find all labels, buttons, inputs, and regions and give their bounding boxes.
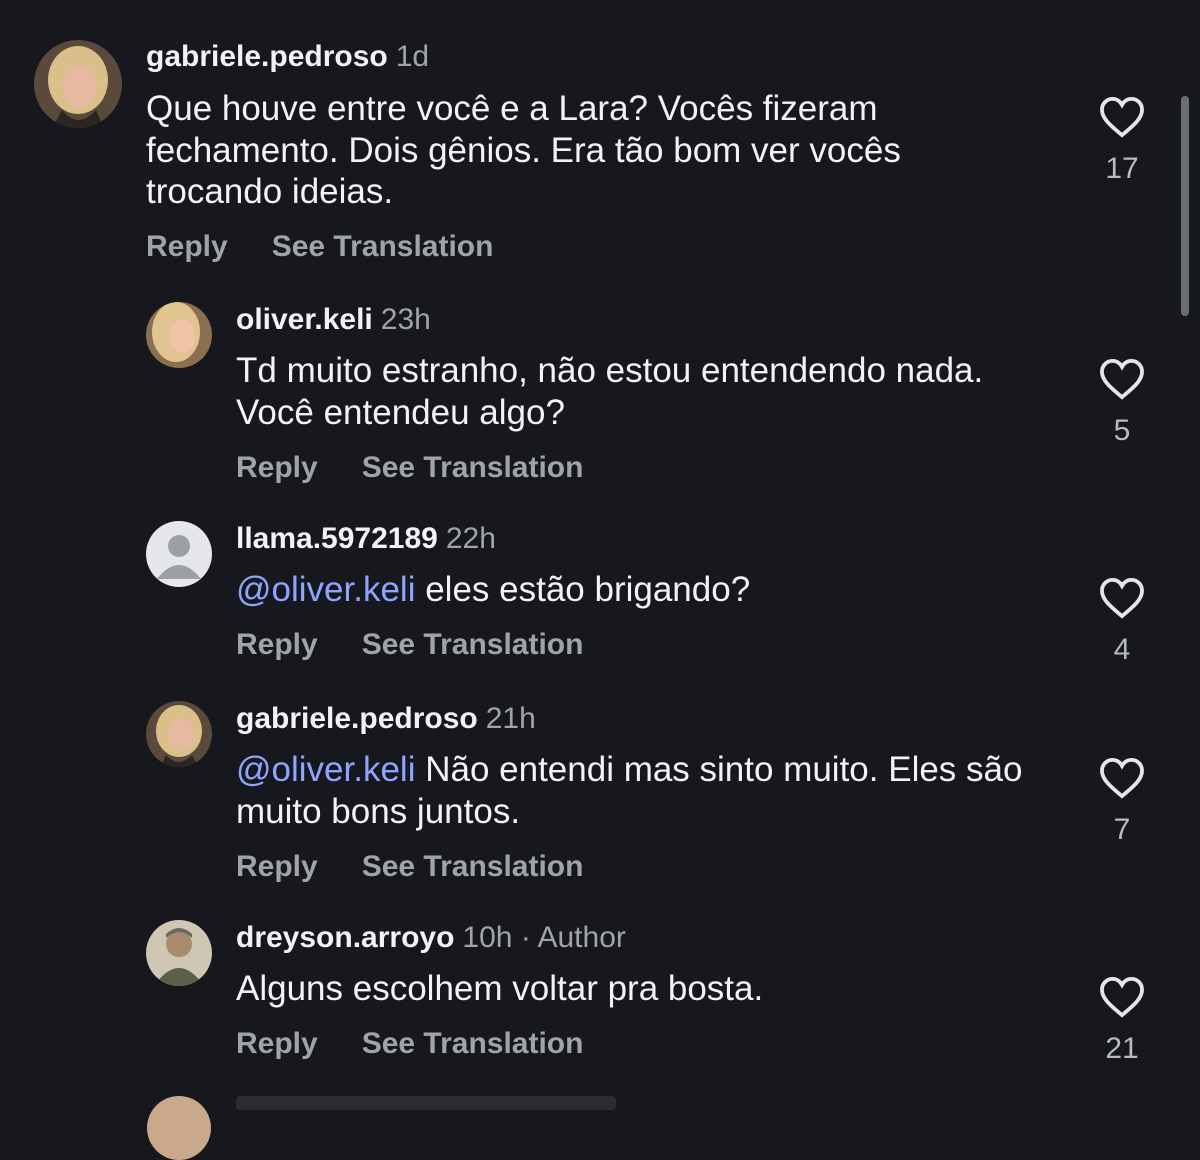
author-badge: · Author — [512, 921, 626, 954]
comment-header: llama.5972189 22h — [236, 521, 496, 557]
timestamp: 21h — [485, 702, 536, 735]
timestamp: 23h — [380, 303, 431, 336]
like-control: 21 — [1092, 976, 1152, 1066]
comment-text: @oliver.keli eles estão brigando? — [236, 569, 1066, 611]
comment-actions: Reply See Translation — [236, 850, 583, 884]
avatar-photo — [146, 920, 212, 986]
comment-actions: Reply See Translation — [146, 230, 493, 264]
comment-text: Alguns escolhem voltar pra bosta. — [236, 969, 764, 1008]
username[interactable]: llama.5972189 — [236, 522, 438, 555]
reply-button[interactable]: Reply — [236, 628, 318, 661]
comment-body: eles estão brigando? — [415, 570, 751, 609]
reply-button[interactable]: Reply — [236, 451, 318, 484]
comment-actions: Reply See Translation — [236, 1027, 583, 1061]
username[interactable]: gabriele.pedroso — [146, 40, 388, 73]
see-translation-button[interactable]: See Translation — [362, 451, 584, 484]
avatar[interactable] — [146, 302, 212, 368]
person-placeholder-icon — [146, 521, 212, 587]
scrollbar[interactable] — [1181, 96, 1189, 316]
heart-outline-icon[interactable] — [1099, 358, 1145, 400]
like-control: 7 — [1092, 757, 1152, 847]
like-count: 7 — [1113, 813, 1131, 846]
comment-actions: Reply See Translation — [236, 628, 583, 662]
mention-link[interactable]: @oliver.keli — [236, 750, 415, 789]
mention-link[interactable]: @oliver.keli — [236, 570, 415, 609]
heart-outline-icon[interactable] — [1099, 577, 1145, 619]
like-control: 5 — [1092, 358, 1152, 448]
timestamp: 1d — [395, 40, 430, 73]
avatar[interactable] — [146, 521, 212, 587]
avatar-photo — [146, 701, 212, 767]
see-translation-button[interactable]: See Translation — [362, 628, 584, 661]
see-translation-button[interactable]: See Translation — [362, 850, 584, 883]
reply-button[interactable]: Reply — [236, 850, 318, 883]
like-count: 17 — [1105, 152, 1139, 185]
reply-button[interactable]: Reply — [236, 1027, 318, 1060]
heart-outline-icon[interactable] — [1099, 96, 1145, 138]
see-translation-button[interactable]: See Translation — [362, 1027, 584, 1060]
username[interactable]: dreyson.arroyo — [236, 921, 454, 954]
avatar[interactable] — [146, 920, 212, 986]
like-count: 21 — [1105, 1032, 1139, 1065]
heart-outline-icon[interactable] — [1099, 976, 1145, 1018]
comment-header: gabriele.pedroso 1d — [146, 39, 429, 75]
username[interactable]: oliver.keli — [236, 303, 373, 336]
see-translation-button[interactable]: See Translation — [272, 230, 494, 263]
comment-text: Td muito estranho, não estou entendendo … — [236, 351, 984, 432]
avatar[interactable] — [146, 701, 212, 767]
comment-text: Que houve entre você e a Lara? Vocês fiz… — [146, 89, 901, 211]
comment-actions: Reply See Translation — [236, 451, 583, 485]
like-count: 4 — [1113, 633, 1131, 666]
next-comment-header — [236, 1096, 616, 1110]
heart-outline-icon[interactable] — [1099, 757, 1145, 799]
reply-button[interactable]: Reply — [146, 230, 228, 263]
like-control: 4 — [1092, 577, 1152, 667]
avatar-photo — [34, 40, 122, 128]
like-control: 17 — [1092, 96, 1152, 186]
username[interactable]: gabriele.pedroso — [236, 702, 478, 735]
like-count: 5 — [1113, 414, 1131, 447]
timestamp: 22h — [445, 522, 496, 555]
comment-header: dreyson.arroyo 10h · Author — [236, 920, 626, 956]
comment-text: @oliver.keli Não entendi mas sinto muito… — [236, 749, 1066, 832]
comment-header: oliver.keli 23h — [236, 302, 431, 338]
comment-header: gabriele.pedroso 21h — [236, 701, 536, 737]
timestamp: 10h — [462, 921, 513, 954]
avatar-photo — [146, 302, 212, 368]
avatar[interactable] — [34, 40, 122, 128]
